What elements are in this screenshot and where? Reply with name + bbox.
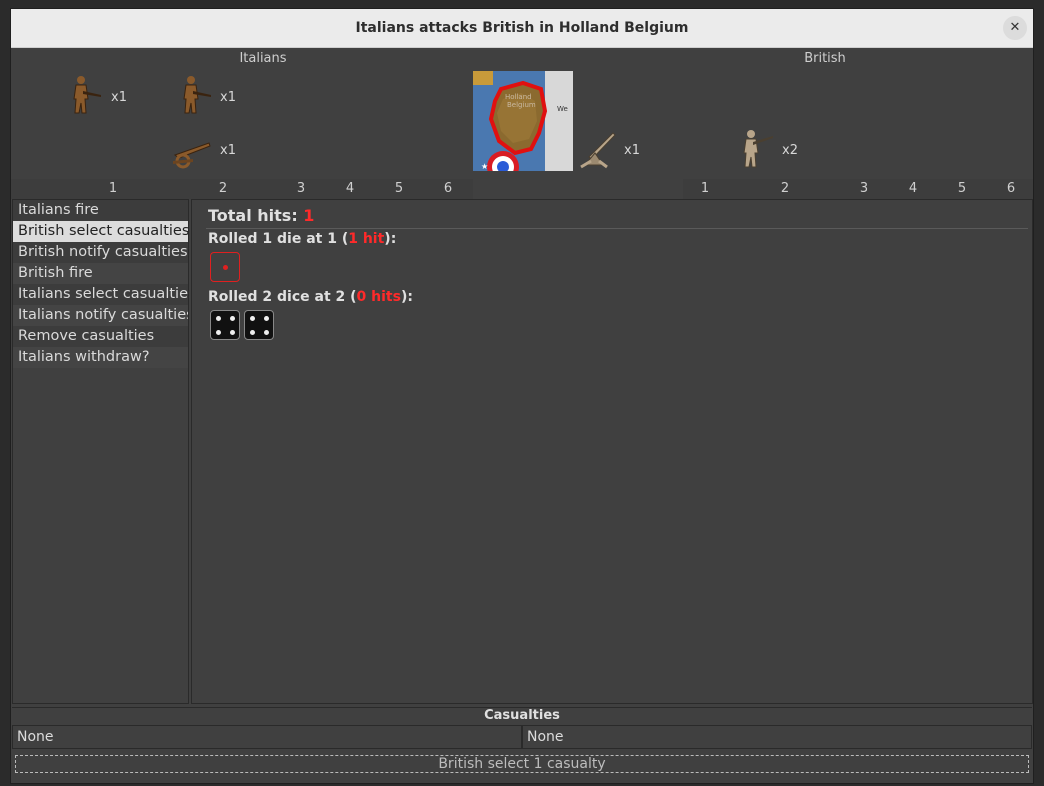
close-icon: ✕ (1009, 20, 1021, 35)
attacker-label: Italians (239, 51, 287, 66)
die-face-4 (210, 310, 240, 340)
british-infantry-icon (731, 127, 775, 171)
defender-casualties: None (522, 725, 1032, 749)
dice-column-label: 4 (345, 181, 355, 196)
casualties-header: Casualties (12, 707, 1032, 726)
italian-infantry-icon (171, 73, 215, 117)
unit-count: x1 (111, 90, 127, 105)
window-title: Italians attacks British in Holland Belg… (355, 20, 689, 36)
attacker-casualties: None (12, 725, 522, 749)
die-face-1-hit (210, 252, 240, 282)
step-item[interactable]: Italians notify casualties (13, 305, 188, 326)
close-button[interactable]: ✕ (1003, 16, 1027, 40)
dice-column-label: 2 (780, 181, 790, 196)
svg-text:★: ★ (481, 162, 488, 171)
die-pip (223, 265, 228, 270)
dice-column-label: 4 (908, 181, 918, 196)
die-pip (216, 316, 221, 321)
die-pip (250, 316, 255, 321)
territory-label-2: Belgium (507, 101, 536, 109)
roll-hits: 0 hits (356, 289, 401, 305)
battle-steps-list[interactable]: Italians fire British select casualties … (12, 199, 189, 704)
unit-count: x2 (782, 143, 798, 158)
step-item[interactable]: Italians fire (13, 200, 188, 221)
roll-text: ): (400, 289, 413, 305)
die-pip (264, 330, 269, 335)
dice-results-panel: Total hits: 1 Rolled 1 die at 1 (1 hit):… (191, 199, 1033, 704)
step-item-selected[interactable]: British select casualties (13, 221, 188, 242)
battle-window: Italians attacks British in Holland Belg… (10, 8, 1034, 784)
die-pip (264, 316, 269, 321)
dice-column-label: 6 (443, 181, 453, 196)
unit-count: x1 (220, 143, 236, 158)
italian-infantry-icon (61, 73, 105, 117)
british-aa-gun-icon (577, 127, 621, 171)
roll-summary-2: Rolled 2 dice at 2 (0 hits): (208, 289, 413, 305)
dice-column-label: 5 (957, 181, 967, 196)
defender-dice-columns: 1 2 3 4 5 6 (683, 179, 1033, 199)
unit-count: x1 (220, 90, 236, 105)
unit-count: x1 (624, 143, 640, 158)
territory-label: Holland (505, 93, 532, 101)
die-pip (230, 330, 235, 335)
neighbor-label: We (557, 105, 568, 113)
die-pip (230, 316, 235, 321)
defender-label: British (804, 51, 846, 66)
italian-artillery-icon (169, 131, 213, 175)
step-item[interactable]: Italians select casualties (13, 284, 188, 305)
roll-summary-1: Rolled 1 die at 1 (1 hit): (208, 231, 396, 247)
roll-hits: 1 hit (348, 231, 385, 247)
dice-column-label: 3 (296, 181, 306, 196)
die-pip (216, 330, 221, 335)
total-hits-value: 1 (303, 206, 315, 225)
dice-column-label: 1 (108, 181, 118, 196)
total-hits-label: Total hits: (208, 206, 304, 225)
total-hits: Total hits: 1 (208, 206, 314, 225)
step-item[interactable]: British notify casualties (13, 242, 188, 263)
die-pip (250, 330, 255, 335)
die-face-4 (244, 310, 274, 340)
roll-text: ): (384, 231, 397, 247)
step-item[interactable]: Italians withdraw? (13, 347, 188, 368)
dice-column-label: 1 (700, 181, 710, 196)
dice-column-label: 3 (859, 181, 869, 196)
roll-text: Rolled 2 dice at 2 ( (208, 289, 357, 305)
dice-column-label: 5 (394, 181, 404, 196)
status-action-button[interactable]: British select 1 casualty (15, 755, 1029, 773)
dice-column-label: 6 (1006, 181, 1016, 196)
title-bar: Italians attacks British in Holland Belg… (11, 9, 1033, 48)
territory-map: ★ Holland Belgium We (473, 71, 573, 171)
attacker-dice-columns: 1 2 3 4 5 6 (11, 179, 473, 199)
step-item[interactable]: Remove casualties (13, 326, 188, 347)
dice-column-label: 2 (218, 181, 228, 196)
step-item[interactable]: British fire (13, 263, 188, 284)
divider (206, 228, 1028, 229)
roll-text: Rolled 1 die at 1 ( (208, 231, 349, 247)
